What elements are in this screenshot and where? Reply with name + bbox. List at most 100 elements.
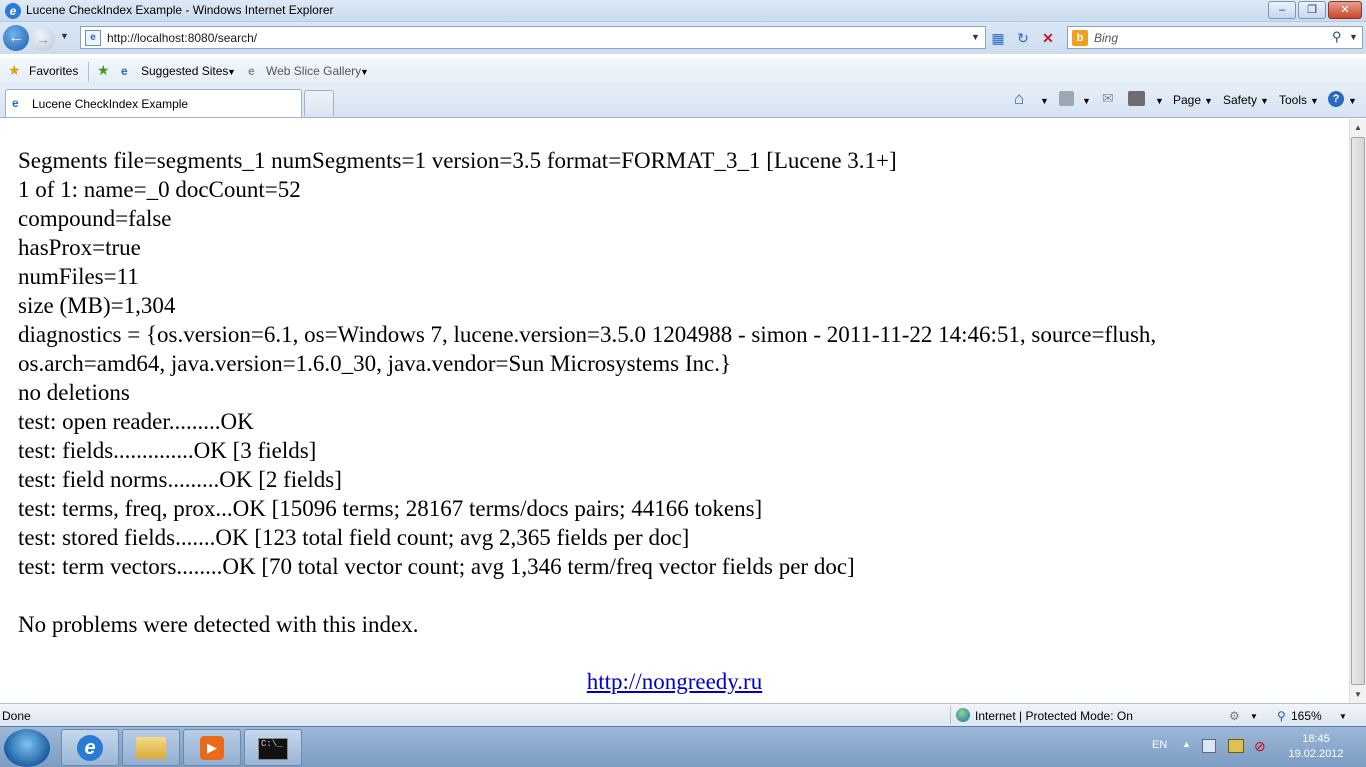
title-bar: e Lucene CheckIndex Example - Windows In… (0, 0, 1366, 22)
address-bar[interactable]: e http://localhost:8080/search/ ▼ (80, 26, 986, 49)
internet-explorer-icon: e (77, 735, 103, 761)
compatibility-view-icon[interactable]: ▦ (988, 29, 1008, 47)
zoom-dropdown-icon[interactable]: ▼ (1339, 712, 1347, 721)
action-center-icon[interactable] (1202, 739, 1216, 753)
web-slice-icon: e (248, 64, 255, 78)
volume-muted-icon[interactable]: ⊘ (1254, 738, 1266, 755)
search-input[interactable]: Bing (1094, 31, 1118, 45)
report-line: diagnostics = {os.version=6.1, os=Window… (18, 322, 1157, 347)
close-button[interactable]: ✕ (1328, 1, 1362, 19)
show-hidden-icons-icon[interactable]: ▲ (1182, 739, 1191, 749)
stop-icon[interactable]: ✕ (1038, 29, 1058, 47)
search-dropdown-icon[interactable]: ▼ (1349, 32, 1358, 42)
taskbar-explorer[interactable] (122, 729, 180, 766)
restore-button[interactable]: ❐ (1298, 1, 1326, 19)
new-tab-button[interactable] (304, 90, 334, 116)
report-line: test: term vectors........OK [70 total v… (18, 554, 855, 579)
minimize-button[interactable]: – (1268, 1, 1296, 19)
tab-page-icon: e (12, 96, 19, 110)
web-slice-gallery-link[interactable]: Web Slice Gallery (266, 64, 361, 78)
internet-zone-icon (956, 708, 970, 722)
page-icon: e (85, 30, 101, 46)
zoom-icon[interactable]: ⚲ (1277, 709, 1286, 723)
page-content: Segments file=segments_1 numSegments=1 v… (0, 119, 1349, 703)
media-player-icon: ▶ (200, 736, 224, 760)
report-line: test: fields..............OK [3 fields] (18, 438, 317, 463)
refresh-icon[interactable]: ↻ (1013, 29, 1033, 47)
network-icon[interactable] (1228, 739, 1244, 753)
suggested-sites-icon: e (121, 64, 128, 78)
recent-pages-dropdown-icon[interactable]: ▼ (60, 31, 69, 41)
report-line: 1 of 1: name=_0 docCount=52 (18, 177, 301, 202)
suggested-sites-dropdown-icon[interactable]: ▼ (227, 67, 236, 77)
scroll-down-icon[interactable]: ▼ (1350, 686, 1366, 703)
safety-menu-button[interactable]: Safety (1223, 93, 1257, 107)
page-menu-dropdown-icon[interactable]: ▼ (1204, 96, 1213, 106)
report-line: os.arch=amd64, java.version=1.6.0_30, ja… (18, 351, 731, 376)
print-icon[interactable] (1128, 91, 1145, 106)
status-text: Done (2, 709, 31, 723)
feeds-icon[interactable] (1059, 91, 1074, 106)
report-line: No problems were detected with this inde… (18, 612, 419, 637)
report-line: Segments file=segments_1 numSegments=1 v… (18, 148, 897, 173)
search-icon[interactable]: ⚲ (1332, 29, 1342, 45)
language-indicator[interactable]: EN (1152, 739, 1167, 751)
divider (950, 706, 951, 724)
taskbar: e ▶ C:\_ EN ▲ ⊘ 18:45 19.02.2012 (0, 726, 1366, 767)
ie-logo-icon: e (5, 3, 21, 19)
report-line: test: field norms.........OK [2 fields] (18, 467, 342, 492)
vertical-scrollbar[interactable]: ▲ ▼ (1349, 119, 1366, 703)
tools-menu-button[interactable]: Tools (1279, 93, 1307, 107)
taskbar-command-prompt[interactable]: C:\_ (244, 729, 302, 766)
report-line: test: stored fields.......OK [123 total … (18, 525, 690, 550)
web-slice-dropdown-icon[interactable]: ▼ (360, 67, 369, 77)
favorites-bar: ★ Favorites ★ e Suggested Sites ▼ e Web … (0, 58, 1366, 86)
search-box[interactable]: b Bing ⚲ ▼ (1067, 26, 1363, 49)
system-clock[interactable]: 18:45 19.02.2012 (1276, 732, 1356, 762)
suggested-sites-link[interactable]: Suggested Sites (141, 64, 228, 78)
report-line: test: open reader.........OK (18, 409, 254, 434)
protected-mode-icon[interactable]: ⚙ (1229, 709, 1240, 723)
report-line: compound=false (18, 206, 172, 231)
favorites-button[interactable]: Favorites (29, 64, 78, 78)
add-to-favorites-icon[interactable]: ★ (97, 62, 110, 79)
status-bar: Done Internet | Protected Mode: On ⚙ ▼ ⚲… (0, 703, 1366, 726)
protected-mode-dropdown-icon[interactable]: ▼ (1250, 712, 1258, 721)
home-icon[interactable]: ⌂ (1014, 89, 1024, 109)
help-icon[interactable]: ? (1328, 91, 1344, 107)
security-zone-text[interactable]: Internet | Protected Mode: On (975, 709, 1133, 723)
feeds-dropdown-icon[interactable]: ▼ (1082, 96, 1091, 106)
address-dropdown-icon[interactable]: ▼ (971, 32, 980, 42)
report-line (18, 581, 1348, 610)
scrollbar-thumb[interactable] (1351, 137, 1365, 685)
report-line: numFiles=11 (18, 264, 139, 289)
tools-menu-dropdown-icon[interactable]: ▼ (1310, 96, 1319, 106)
safety-menu-dropdown-icon[interactable]: ▼ (1260, 96, 1269, 106)
help-dropdown-icon[interactable]: ▼ (1348, 96, 1357, 106)
tab-bar: e Lucene CheckIndex Example ⌂ ▼ ▼ ✉ ▼ Pa… (0, 86, 1366, 118)
zoom-level[interactable]: 165% (1291, 709, 1322, 723)
back-button[interactable]: ← (3, 25, 29, 51)
home-dropdown-icon[interactable]: ▼ (1040, 96, 1049, 106)
bing-logo-icon: b (1072, 30, 1088, 46)
report-line: test: terms, freq, prox...OK [15096 term… (18, 496, 763, 521)
taskbar-media-player[interactable]: ▶ (183, 729, 241, 766)
report-line: size (MB)=1,304 (18, 293, 176, 318)
start-button[interactable] (4, 729, 50, 767)
navigation-bar: ← → ▼ e http://localhost:8080/search/ ▼ … (0, 22, 1366, 54)
print-dropdown-icon[interactable]: ▼ (1155, 96, 1164, 106)
address-input[interactable]: http://localhost:8080/search/ (107, 31, 257, 45)
tab-lucene-checkindex[interactable]: e Lucene CheckIndex Example (5, 89, 302, 117)
report-line: hasProx=true (18, 235, 141, 260)
folder-icon (136, 737, 166, 759)
nongreedy-link[interactable]: http://nongreedy.ru (587, 669, 762, 694)
forward-button[interactable]: → (31, 27, 55, 51)
taskbar-internet-explorer[interactable]: e (61, 729, 119, 766)
clock-time: 18:45 (1302, 733, 1330, 745)
page-menu-button[interactable]: Page (1173, 93, 1201, 107)
tab-label: Lucene CheckIndex Example (32, 97, 189, 111)
favorites-star-icon: ★ (8, 62, 21, 78)
read-mail-icon[interactable]: ✉ (1102, 90, 1114, 107)
scroll-up-icon[interactable]: ▲ (1350, 119, 1366, 136)
report-line: no deletions (18, 380, 130, 405)
